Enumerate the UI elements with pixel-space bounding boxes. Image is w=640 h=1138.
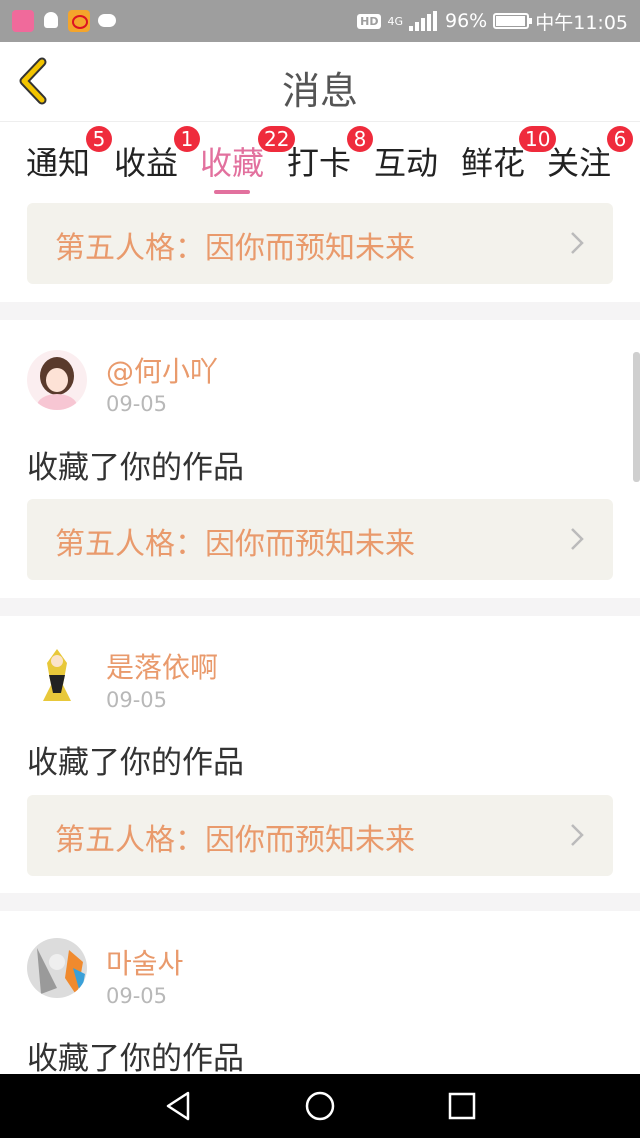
battery-percent: 96% (445, 10, 488, 32)
tab-badge: 8 (347, 126, 373, 152)
chevron-right-icon (571, 528, 584, 550)
battery-fill (496, 16, 525, 26)
avatar[interactable] (27, 938, 87, 998)
active-tab-indicator (214, 190, 250, 194)
status-bar-system: HD 4G 96% 中午11:05 (357, 8, 628, 34)
signal-icon (409, 11, 439, 31)
battery-icon (493, 13, 533, 29)
status-bar: HD 4G 96% 中午11:05 (0, 0, 640, 42)
username[interactable]: 是落依啊 (106, 646, 218, 686)
work-card[interactable]: 第五人格：因你而预知未来 (27, 499, 613, 580)
tab-label: 通知 (26, 144, 91, 182)
clock: 中午11:05 (535, 11, 628, 34)
avatar-image (27, 938, 87, 998)
section-divider (0, 598, 640, 616)
section-divider (0, 893, 640, 911)
tab-badge: 5 (86, 126, 112, 152)
work-title: 第五人格：因你而预知未来 (55, 527, 415, 562)
page-title: 消息 (281, 69, 358, 113)
qq-icon (40, 10, 62, 32)
username[interactable]: 마술사 (106, 942, 183, 982)
back-triangle-icon[interactable] (160, 1088, 196, 1124)
tab-bar: 通知 5 收益 1 收藏 22 打卡 8 互动 鲜花 10 关注 6 (0, 122, 640, 194)
work-title: 第五人格：因你而预知未来 (55, 231, 415, 266)
section-divider (0, 302, 640, 320)
chevron-right-icon (571, 232, 584, 254)
avatar[interactable] (27, 645, 87, 705)
tab-label: 互动 (374, 144, 439, 182)
status-bar-notifications (12, 9, 118, 33)
tab-label: 打卡 (287, 144, 352, 182)
avatar-image (27, 645, 87, 705)
username[interactable]: @何小吖 (106, 350, 218, 390)
weibo-icon (68, 10, 90, 32)
timestamp: 09-05 (106, 688, 168, 712)
action-text: 收藏了你的作品 (27, 745, 244, 781)
tab-label: 关注 (547, 144, 612, 182)
navigation-bar (0, 1074, 640, 1138)
app-notification-icon (12, 10, 34, 32)
home-circle-icon[interactable] (302, 1088, 338, 1124)
chevron-right-icon (571, 824, 584, 846)
scrollbar[interactable] (633, 352, 640, 482)
avatar-image (27, 350, 87, 410)
avatar[interactable] (27, 350, 87, 410)
network-type: 4G (387, 14, 403, 28)
work-card[interactable]: 第五人格：因你而预知未来 (27, 203, 613, 284)
message-icon (96, 10, 118, 32)
action-text: 收藏了你的作品 (27, 1041, 244, 1077)
timestamp: 09-05 (106, 984, 168, 1008)
work-card[interactable]: 第五人格：因你而预知未来 (27, 795, 613, 876)
hd-indicator: HD (357, 13, 382, 29)
action-text: 收藏了你的作品 (27, 450, 244, 486)
tab-badge: 6 (607, 126, 633, 152)
tab-badge: 1 (174, 126, 200, 152)
tab-label: 收益 (114, 144, 179, 182)
header: 消息 (0, 42, 640, 122)
recents-square-icon[interactable] (444, 1088, 480, 1124)
tab-label: 鲜花 (461, 144, 526, 182)
work-title: 第五人格：因你而预知未来 (55, 823, 415, 858)
timestamp: 09-05 (106, 392, 168, 416)
tab-label: 收藏 (200, 144, 265, 182)
